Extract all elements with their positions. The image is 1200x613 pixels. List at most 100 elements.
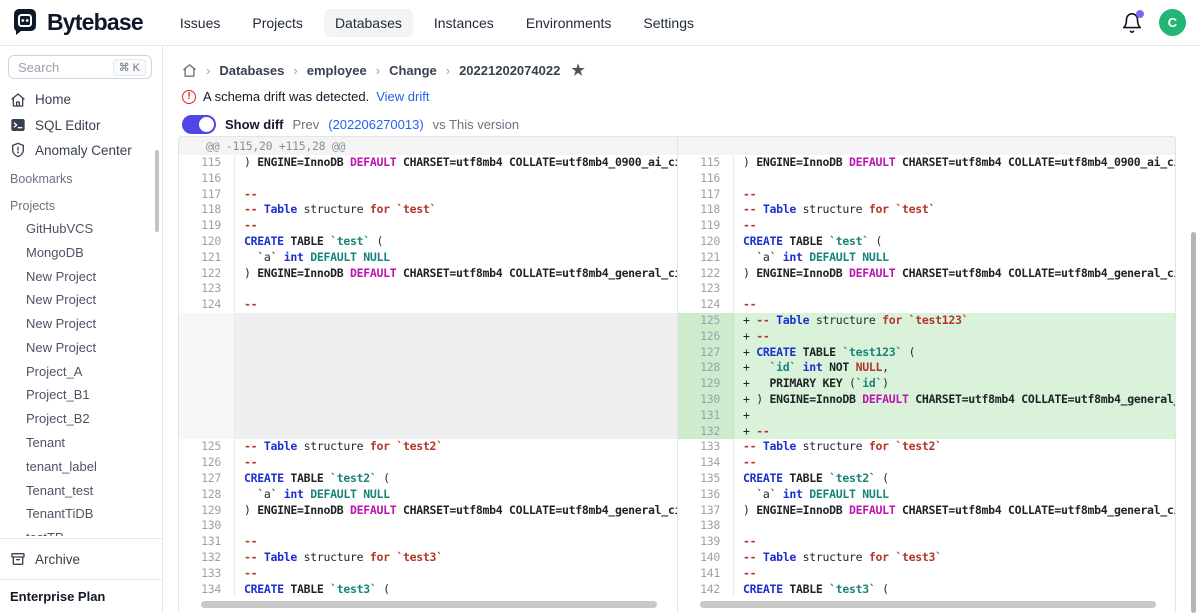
line-number: 135 (678, 471, 734, 487)
show-diff-toggle[interactable] (182, 115, 216, 134)
diff-filler-line (179, 376, 677, 392)
line-number: 118 (678, 202, 734, 218)
sidebar-item-anomaly-center[interactable]: Anomaly Center (0, 138, 162, 163)
alert-circle-icon: ! (182, 90, 196, 104)
avatar[interactable]: C (1159, 9, 1186, 36)
diff-line: 130+ ) ENGINE=InnoDB DEFAULT CHARSET=utf… (678, 392, 1175, 408)
diff-line: 121 `a` int DEFAULT NULL (179, 250, 677, 266)
diff-line: 127+ CREATE TABLE `test123` ( (678, 345, 1175, 361)
code-text: -- (235, 187, 677, 203)
line-number: 119 (179, 218, 235, 234)
sidebar-project-item[interactable]: Project_B1 (0, 383, 162, 407)
code-text (235, 392, 677, 408)
line-number: 124 (179, 297, 235, 313)
code-text (734, 518, 1175, 534)
diff-line: 142CREATE TABLE `test3` ( (678, 582, 1175, 598)
diff-line: 138 (678, 518, 1175, 534)
diff-line: 125-- Table structure for `test2` (179, 439, 677, 455)
line-number: 140 (678, 550, 734, 566)
view-drift-link[interactable]: View drift (376, 89, 429, 104)
sidebar-project-item[interactable]: New Project (0, 264, 162, 288)
diff-filler-line (179, 392, 677, 408)
sidebar-project-item[interactable]: Project_A (0, 359, 162, 383)
sidebar-project-item[interactable]: Tenant_test (0, 478, 162, 502)
shield-icon (10, 142, 26, 158)
diff-line: 129+ PRIMARY KEY (`id`) (678, 376, 1175, 392)
breadcrumb-home-icon[interactable] (182, 63, 197, 78)
code-text (734, 281, 1175, 297)
diff-line: 131+ (678, 408, 1175, 424)
sidebar-project-item[interactable]: New Project (0, 288, 162, 312)
line-number: 132 (179, 550, 235, 566)
nav-item-environments[interactable]: Environments (515, 9, 623, 37)
sidebar-project-item[interactable]: testTP (0, 526, 162, 536)
nav-item-instances[interactable]: Instances (423, 9, 505, 37)
sidebar-project-item[interactable]: tenant_label (0, 454, 162, 478)
search-placeholder: Search (18, 60, 59, 75)
code-text: `a` int DEFAULT NULL (235, 250, 677, 266)
sidebar-scrollbar[interactable] (155, 150, 159, 232)
drift-message: A schema drift was detected. (203, 89, 369, 104)
code-text: ) ENGINE=InnoDB DEFAULT CHARSET=utf8mb4 … (734, 503, 1175, 519)
bookmark-star-icon[interactable]: ★ (571, 61, 584, 79)
diff-line: 120CREATE TABLE `test` ( (179, 234, 677, 250)
schema-diff-viewer: @@ -115,20 +115,28 @@115) ENGINE=InnoDB … (178, 136, 1176, 613)
code-text (235, 518, 677, 534)
nav-item-projects[interactable]: Projects (241, 9, 314, 37)
diff-line: 118-- Table structure for `test` (179, 202, 677, 218)
code-text: + ) ENGINE=InnoDB DEFAULT CHARSET=utf8mb… (734, 392, 1175, 408)
sidebar-item-home[interactable]: Home (0, 87, 162, 112)
bytebase-logo[interactable]: Bytebase (10, 8, 143, 38)
sidebar-project-item[interactable]: New Project (0, 312, 162, 336)
sidebar-project-item[interactable]: MongoDB (0, 240, 162, 264)
code-text: -- (235, 534, 677, 550)
code-text: -- (235, 218, 677, 234)
line-number: 127 (179, 471, 235, 487)
sidebar-project-item[interactable]: New Project (0, 336, 162, 360)
breadcrumb-item[interactable]: employee (307, 63, 367, 78)
diff-line: 116 (678, 171, 1175, 187)
diff-line: 116 (179, 171, 677, 187)
notification-bell-icon[interactable] (1121, 12, 1143, 34)
code-text (235, 376, 677, 392)
diff-left-horizontal-scrollbar[interactable] (201, 601, 657, 608)
diff-line: 132-- Table structure for `test3` (179, 550, 677, 566)
breadcrumb-item[interactable]: 20221202074022 (459, 63, 560, 78)
nav-item-databases[interactable]: Databases (324, 9, 413, 37)
search-input[interactable]: Search ⌘ K (8, 55, 152, 79)
sidebar-project-item[interactable]: GitHubVCS (0, 217, 162, 241)
sidebar-project-item[interactable]: Tenant (0, 431, 162, 455)
line-number: 123 (179, 281, 235, 297)
line-number: 131 (179, 534, 235, 550)
line-number: 120 (179, 234, 235, 250)
breadcrumb-item[interactable]: Change (389, 63, 437, 78)
diff-line: 126+ -- (678, 329, 1175, 345)
line-number: 117 (678, 187, 734, 203)
prev-version-link[interactable]: (202206270013) (328, 117, 423, 132)
diff-line: 130 (179, 518, 677, 534)
breadcrumb-item[interactable]: Databases (219, 63, 284, 78)
code-text: ) ENGINE=InnoDB DEFAULT CHARSET=utf8mb4 … (235, 266, 677, 282)
sidebar-item-sql-editor[interactable]: SQL Editor (0, 112, 162, 137)
diff-filler-line (179, 408, 677, 424)
diff-line: 124-- (179, 297, 677, 313)
code-text: + -- Table structure for `test123` (734, 313, 1175, 329)
diff-filler-line (179, 360, 677, 376)
sidebar-item-archive[interactable]: Archive (0, 545, 162, 573)
sidebar-project-item[interactable]: Project_B2 (0, 407, 162, 431)
page-vertical-scrollbar[interactable] (1191, 232, 1196, 613)
diff-line: 132+ -- (678, 424, 1175, 440)
breadcrumb-separator: › (446, 63, 450, 78)
nav-item-issues[interactable]: Issues (169, 9, 231, 37)
diff-line: 141-- (678, 566, 1175, 582)
nav-item-settings[interactable]: Settings (632, 9, 705, 37)
diff-line: 117-- (678, 187, 1175, 203)
prev-label: Prev (293, 117, 320, 132)
code-text: CREATE TABLE `test` ( (235, 234, 677, 250)
diff-line: 128+ `id` int NOT NULL, (678, 360, 1175, 376)
diff-line: 120CREATE TABLE `test` ( (678, 234, 1175, 250)
diff-right-horizontal-scrollbar[interactable] (700, 601, 1156, 608)
sidebar-project-item[interactable]: TenantTiDB (0, 502, 162, 526)
line-number (179, 392, 235, 408)
terminal-icon (10, 117, 26, 133)
